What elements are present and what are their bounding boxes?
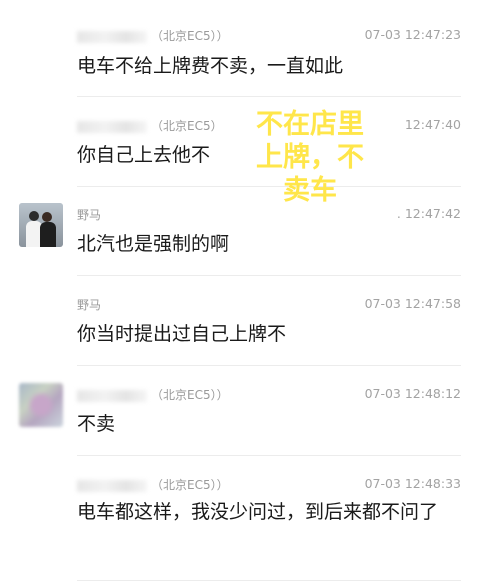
message-text: 不卖: [77, 413, 116, 435]
divider: [77, 365, 461, 366]
sender-name: 野马: [77, 208, 102, 222]
divider: [77, 275, 461, 276]
divider: [77, 580, 461, 581]
message-time: . 12:47:42: [396, 206, 461, 221]
message-time: 07-03 12:48:12: [364, 386, 461, 401]
sender-name: 野马: [77, 298, 102, 312]
message-text: 北汽也是强制的啊: [77, 233, 230, 255]
message-text: 电车不给上牌费不卖，一直如此: [77, 55, 344, 77]
message-time: 07-03 12:47:58: [364, 296, 461, 311]
message-time: 07-03 12:47:23: [364, 27, 461, 42]
sender-name: （北京EC5））: [77, 27, 229, 44]
message-text: 电车都这样，我没少问过，到后来都不问了: [77, 501, 439, 523]
redacted-name: [77, 389, 147, 402]
sender-name: （北京EC5））: [77, 386, 229, 403]
sender-name: （北京EC5）: [77, 117, 223, 134]
redacted-name: [77, 30, 147, 43]
annotation-overlay: 不在店里上牌，不卖车: [256, 109, 364, 206]
redacted-name: [77, 479, 147, 492]
avatar[interactable]: [19, 383, 63, 427]
divider: [77, 96, 461, 97]
message-time: 12:47:40: [404, 117, 461, 132]
divider: [77, 455, 461, 456]
avatar[interactable]: [19, 203, 63, 247]
sender-name: （北京EC5））: [77, 476, 229, 493]
redacted-name: [77, 120, 147, 133]
message-time: 07-03 12:48:33: [364, 476, 461, 491]
message-text: 你当时提出过自己上牌不: [77, 323, 287, 345]
